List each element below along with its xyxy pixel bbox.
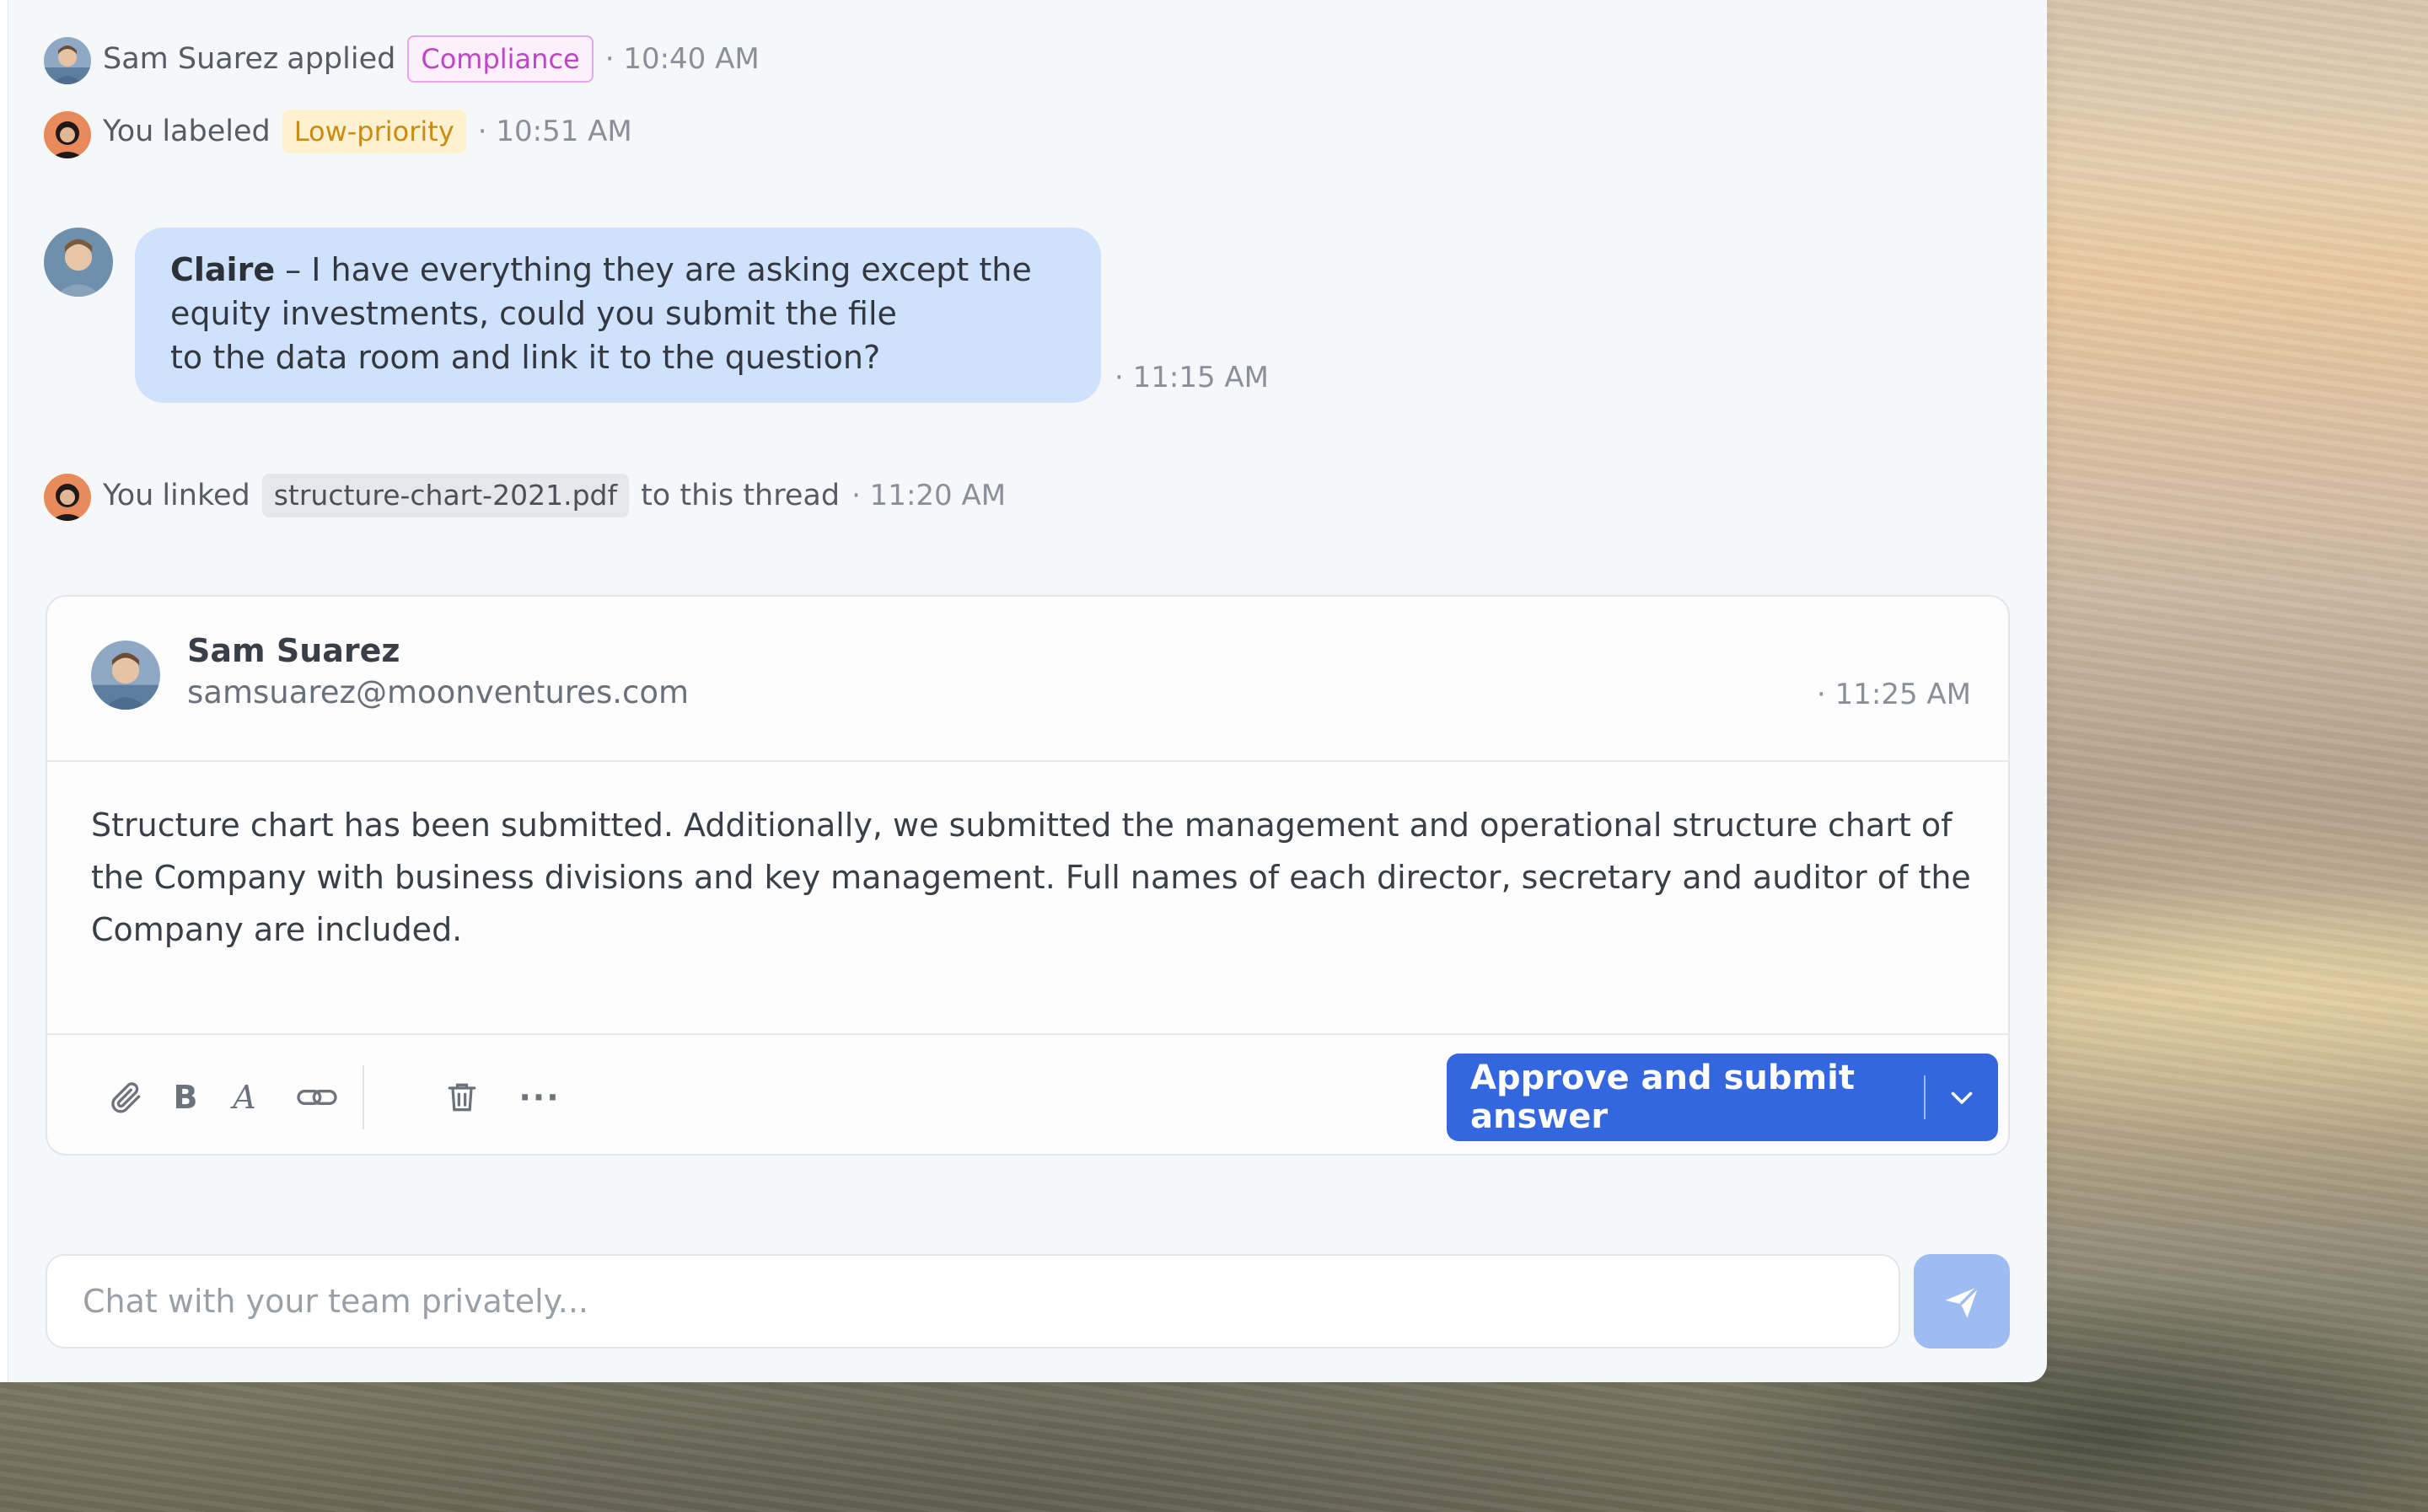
answer-author-email: samsuarez@moonventures.com: [187, 674, 690, 710]
activity-low-priority: You labeled Low-priority · 10:51 AM: [44, 106, 632, 157]
message-line: – I have everything they are asking exce…: [275, 251, 1032, 288]
conversation-panel: Sam Suarez applied Compliance · 10:40 AM…: [0, 0, 2047, 1382]
linked-file-chip[interactable]: structure-chart-2021.pdf: [261, 474, 630, 517]
activity-suffix: to this thread: [641, 479, 841, 512]
chat-input[interactable]: Chat with your team privately...: [46, 1254, 1900, 1348]
chat-placeholder: Chat with your team privately...: [83, 1283, 588, 1320]
message-bubble: Claire – I have everything they are aski…: [135, 228, 1101, 403]
activity-time: · 10:51 AM: [477, 115, 632, 148]
approve-submit-button[interactable]: Approve and submit answer: [1447, 1054, 1998, 1141]
message-author: Claire: [170, 251, 276, 288]
send-icon: [1945, 1285, 1979, 1318]
message-line: to the data room and link it to the ques…: [170, 339, 881, 376]
link-icon[interactable]: [285, 1069, 349, 1126]
low-priority-label[interactable]: Low-priority: [282, 110, 466, 153]
answer-time: · 11:25 AM: [1817, 678, 1971, 711]
send-button[interactable]: [1914, 1254, 2010, 1348]
avatar: [91, 641, 160, 710]
more-options-icon[interactable]: ···: [511, 1069, 568, 1126]
activity-verb: linked: [162, 479, 250, 512]
answer-body[interactable]: Structure chart has been submitted. Addi…: [91, 799, 1971, 956]
chevron-down-icon[interactable]: [1926, 1082, 1998, 1113]
activity-actor: Sam Suarez: [103, 42, 279, 76]
answer-header: Sam Suarez samsuarez@moonventures.com · …: [47, 597, 2008, 762]
activity-time: · 11:20 AM: [851, 479, 1007, 512]
answer-toolbar: B A ··· Approve and submit answer: [47, 1033, 2008, 1155]
italic-button[interactable]: A: [216, 1069, 273, 1126]
compliance-tag[interactable]: Compliance: [407, 35, 594, 83]
answer-card: Sam Suarez samsuarez@moonventures.com · …: [46, 595, 2010, 1155]
bold-button[interactable]: B: [157, 1069, 214, 1126]
avatar: [44, 228, 113, 297]
activity-linked-file: You linked structure-chart-2021.pdf to t…: [44, 470, 1006, 521]
toolbar-divider: [363, 1065, 364, 1129]
panel-edge: [0, 0, 8, 1382]
activity-verb: applied: [287, 42, 396, 76]
activity-actor: You: [103, 479, 154, 512]
activity-time: · 10:40 AM: [604, 42, 760, 76]
trash-icon[interactable]: [433, 1069, 491, 1126]
paperclip-icon[interactable]: [98, 1069, 155, 1126]
answer-author-name: Sam Suarez: [187, 632, 400, 669]
approve-submit-label: Approve and submit answer: [1470, 1059, 1856, 1136]
activity-verb: labeled: [162, 115, 271, 148]
activity-actor: You: [103, 115, 154, 148]
message-line: equity investments, could you submit the…: [170, 295, 897, 332]
message-time: · 11:15 AM: [1115, 361, 1269, 394]
activity-compliance: Sam Suarez applied Compliance · 10:40 AM: [44, 34, 760, 84]
